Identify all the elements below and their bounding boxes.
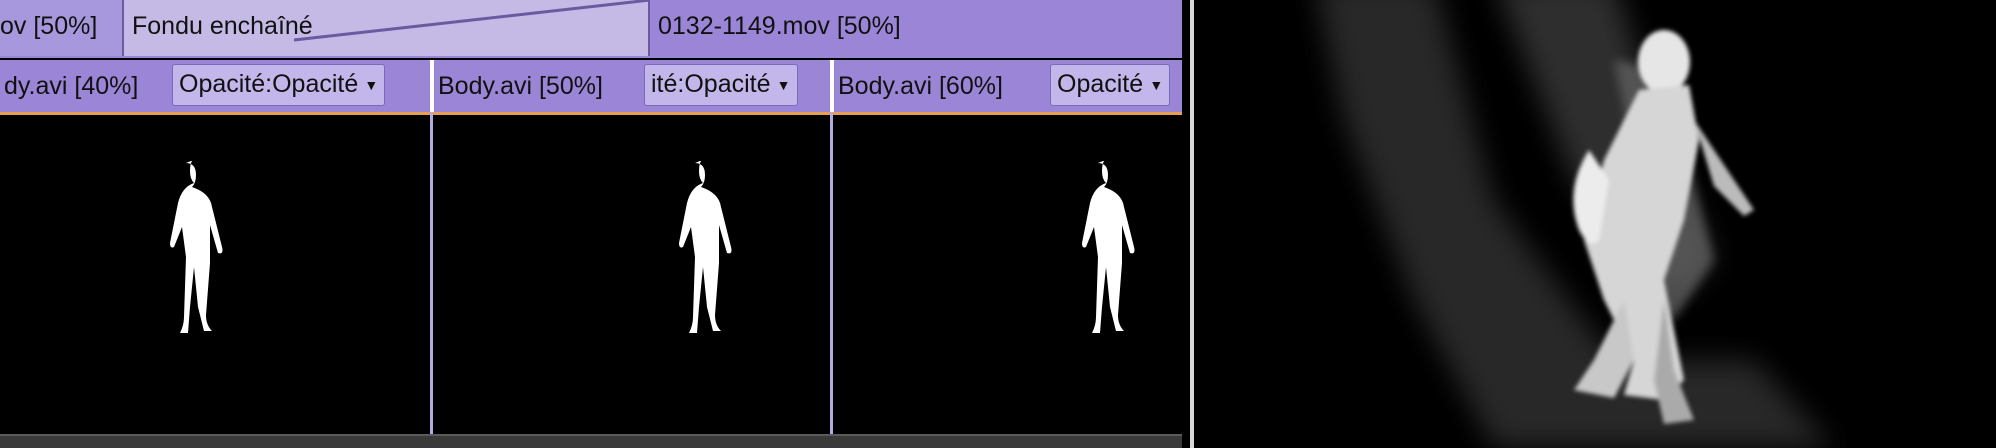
body-silhouette-image — [170, 161, 223, 333]
track-header[interactable]: dy.avi [40%] Opacité:Opacité ▼ — [0, 60, 430, 112]
clip-next[interactable]: 0132-1149.mov [50%] — [650, 0, 1182, 56]
body-silhouette-image — [679, 161, 732, 333]
track-header[interactable]: Body.avi [50%] ité:Opacité ▼ — [434, 60, 830, 112]
param-label: ité:Opacité — [651, 70, 771, 98]
chevron-down-icon: ▼ — [1149, 77, 1164, 93]
preview-frame-image — [1318, 0, 1834, 448]
clip-row: ov [50%] Fondu enchaîné 0132-1149.mov [5… — [0, 0, 1182, 58]
param-dropdown[interactable]: Opacité:Opacité ▼ — [172, 64, 386, 106]
param-dropdown[interactable]: Opacité ▼ — [1050, 64, 1171, 106]
transition-diagonal — [293, 0, 650, 42]
track-file-label: Body.avi [60%] — [838, 72, 1003, 100]
param-label: Opacité:Opacité — [179, 70, 359, 98]
track-file-label: Body.avi [50%] — [438, 72, 603, 100]
panel-divider — [1182, 0, 1190, 448]
video-thumbnail[interactable] — [833, 115, 1182, 434]
param-dropdown[interactable]: ité:Opacité ▼ — [644, 64, 798, 106]
chevron-down-icon: ▼ — [364, 77, 379, 93]
track-header[interactable]: Body.avi [60%] Opacité ▼ — [834, 60, 1182, 112]
video-thumbnail[interactable] — [433, 115, 830, 434]
track-header-row: dy.avi [40%] Opacité:Opacité ▼ Body.avi … — [0, 60, 1182, 115]
body-silhouette-image — [1082, 161, 1135, 333]
param-label: Opacité — [1057, 70, 1144, 98]
timeline-panel: ov [50%] Fondu enchaîné 0132-1149.mov [5… — [0, 0, 1182, 448]
clip-label: ov [50%] — [0, 12, 98, 40]
timeline-scrollbar[interactable] — [0, 434, 1182, 448]
chevron-down-icon: ▼ — [776, 77, 791, 93]
video-thumbnail[interactable] — [0, 115, 430, 434]
preview-viewer — [1190, 0, 1996, 448]
clip-previous[interactable]: ov [50%] — [0, 0, 124, 56]
clip-label: 0132-1149.mov [50%] — [658, 12, 901, 40]
track-file-label: dy.avi [40%] — [4, 72, 139, 100]
